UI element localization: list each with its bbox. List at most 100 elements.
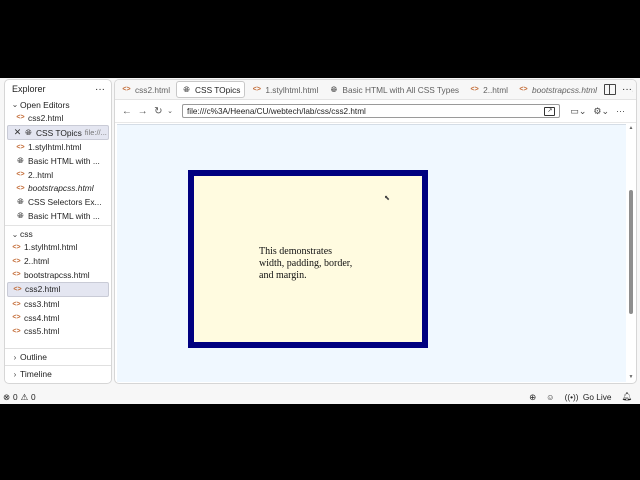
- code-file-icon: <>: [12, 243, 21, 251]
- tab-label: Basic HTML with All CSS Types: [342, 84, 460, 95]
- url-field[interactable]: file:///c%3A/Heena/CU/webtech/lab/css/cs…: [182, 104, 561, 118]
- code-file-icon: <>: [12, 271, 21, 279]
- back-arrow-icon[interactable]: ←: [119, 106, 135, 117]
- devtools-icon[interactable]: ⚙⌄: [593, 106, 609, 117]
- open-editor-label: CSS TOpics: [36, 127, 82, 138]
- folder-file-item[interactable]: <> css3.html: [5, 297, 111, 311]
- code-file-icon: <>: [16, 143, 25, 151]
- open-editor-label: Basic HTML with ...: [28, 210, 100, 221]
- file-label: css3.html: [24, 299, 60, 310]
- demo-text-line: width, padding, border,: [259, 258, 353, 269]
- outline-section[interactable]: › Outline: [5, 348, 111, 365]
- copilot-icon[interactable]: ☺: [546, 392, 554, 402]
- editor-tab[interactable]: <> css2.html: [117, 82, 174, 97]
- close-icon[interactable]: ✕: [12, 127, 23, 138]
- file-label: 1.stylhtml.html: [24, 242, 78, 253]
- tab-label: 2..html: [483, 84, 508, 95]
- editor-tab[interactable]: 🌐︎ Basic HTML with All CSS Types: [324, 82, 463, 97]
- tab-label: bootstrapcss.html: [531, 84, 598, 95]
- editor-tab[interactable]: <> 2..html: [465, 82, 512, 97]
- go-live-label: Go Live: [582, 391, 612, 402]
- open-editors-label: Open Editors: [20, 99, 70, 110]
- folder-file-item[interactable]: <> 2..html: [5, 254, 111, 268]
- code-file-icon: <>: [12, 327, 21, 335]
- globe-icon: 🌐︎: [17, 196, 24, 206]
- open-editor-item[interactable]: <> 2..html: [5, 168, 111, 182]
- globe-icon: 🌐︎: [17, 155, 24, 165]
- go-live-button[interactable]: ((•)) Go Live: [565, 392, 612, 402]
- open-editor-item[interactable]: <> css2.html: [5, 111, 111, 125]
- file-label: css5.html: [24, 326, 60, 337]
- error-icon: ⊗: [3, 391, 10, 402]
- chevron-down-icon: ⌄: [11, 100, 19, 109]
- tab-label: 1.stylhtml.html: [265, 84, 319, 95]
- chevron-right-icon: ›: [13, 369, 17, 379]
- tab-label: css2.html: [135, 84, 171, 95]
- reload-icon[interactable]: ↻: [150, 106, 166, 117]
- more-actions-icon[interactable]: ···: [95, 84, 105, 95]
- editor-tab[interactable]: <> 1.stylhtml.html: [247, 82, 322, 97]
- open-editor-label: 2..html: [28, 169, 54, 180]
- scroll-down-icon[interactable]: ▼: [628, 374, 634, 380]
- file-label: css2.html: [25, 284, 61, 295]
- folder-file-item[interactable]: <> css4.html: [5, 311, 111, 325]
- split-editor-icon[interactable]: [604, 84, 616, 95]
- broadcast-icon: ((•)): [564, 391, 579, 402]
- notifications-bell-icon[interactable]: 🔔︎: [621, 391, 632, 402]
- more-actions-icon[interactable]: ···: [622, 84, 632, 95]
- folder-file-item[interactable]: <> bootstrapcss.html: [5, 268, 111, 282]
- zoom-icon[interactable]: ⊕: [529, 392, 536, 402]
- timeline-label: Timeline: [20, 369, 52, 379]
- chevron-down-icon: ⌄: [11, 229, 19, 239]
- browser-toolbar: ← → ↻ ⌄ file:///c%3A/Heena/CU/webtech/la…: [115, 100, 636, 123]
- browser-viewport[interactable]: This demonstrates width, padding, border…: [117, 124, 626, 382]
- explorer-header: Explorer ···: [5, 80, 111, 98]
- demo-text: This demonstrates width, padding, border…: [259, 246, 369, 282]
- code-file-icon: <>: [16, 114, 25, 122]
- file-hint: file://...: [84, 128, 107, 138]
- scroll-up-icon[interactable]: ▲: [628, 125, 634, 131]
- editor-tab[interactable]: <> bootstrapcss.html: [514, 82, 601, 97]
- code-file-icon: <>: [12, 314, 21, 322]
- open-editor-item[interactable]: <> 1.stylhtml.html: [5, 140, 111, 154]
- warning-count: 0: [31, 391, 36, 402]
- divider: [5, 224, 111, 226]
- tab-actions: ···: [604, 82, 632, 97]
- timeline-section[interactable]: › Timeline: [5, 365, 111, 382]
- editor-tab[interactable]: 🌐︎ CSS TOpics: [176, 81, 246, 98]
- file-label: 2..html: [24, 256, 50, 267]
- vscode-window: Explorer ··· ⌄ Open Editors <> css2.html ✕…: [0, 78, 640, 404]
- chevron-down-icon[interactable]: ⌄: [166, 107, 174, 115]
- open-editor-item[interactable]: <> bootstrapcss.html: [5, 181, 111, 195]
- folder-label: css: [20, 229, 33, 239]
- screencast-icon[interactable]: ▭⌄: [570, 106, 586, 117]
- folder-file-item[interactable]: <> css2.html: [7, 281, 109, 298]
- open-editors-header[interactable]: ⌄ Open Editors: [5, 98, 111, 111]
- code-file-icon: <>: [13, 285, 22, 293]
- toolbar-right-actions: ▭⌄ ⚙⌄ ···: [570, 106, 632, 117]
- vertical-scrollbar[interactable]: ▲ ▼: [628, 124, 634, 381]
- open-editor-label: css2.html: [28, 112, 64, 123]
- folder-css-header[interactable]: ⌄ css: [5, 228, 111, 241]
- open-external-icon[interactable]: ↗: [544, 106, 556, 116]
- url-text: file:///c%3A/Heena/CU/webtech/lab/css/cs…: [187, 106, 366, 116]
- file-label: bootstrapcss.html: [24, 269, 90, 280]
- globe-icon: 🌐︎: [17, 210, 24, 220]
- globe-icon: 🌐︎: [330, 84, 338, 94]
- status-bar: ⊗ 0 ⚠ 0 ⊕ ☺ ((•)) Go Live 🔔︎: [0, 389, 640, 404]
- outline-label: Outline: [20, 352, 47, 362]
- file-label: css4.html: [24, 312, 60, 323]
- open-editor-item[interactable]: ✕ 🌐︎ CSS TOpics file://...: [7, 124, 109, 141]
- tab-label: CSS TOpics: [195, 84, 241, 95]
- folder-file-item[interactable]: <> css5.html: [5, 325, 111, 337]
- scroll-thumb[interactable]: [629, 190, 633, 314]
- open-editor-item[interactable]: 🌐︎ CSS Selectors Ex...: [5, 195, 111, 209]
- open-editor-item[interactable]: 🌐︎ Basic HTML with ...: [5, 154, 111, 168]
- folder-file-item[interactable]: <> 1.stylhtml.html: [5, 241, 111, 255]
- open-editor-item[interactable]: 🌐︎ Basic HTML with ...: [5, 209, 111, 223]
- more-actions-icon[interactable]: ···: [616, 106, 625, 116]
- tab-bar: <> css2.html 🌐︎ CSS TOpics <> 1.stylhtml.html…: [115, 80, 636, 100]
- problems-indicator[interactable]: ⊗ 0 ⚠ 0: [0, 392, 39, 402]
- open-editor-label: 1.stylhtml.html: [28, 142, 82, 153]
- forward-arrow-icon[interactable]: →: [135, 106, 151, 117]
